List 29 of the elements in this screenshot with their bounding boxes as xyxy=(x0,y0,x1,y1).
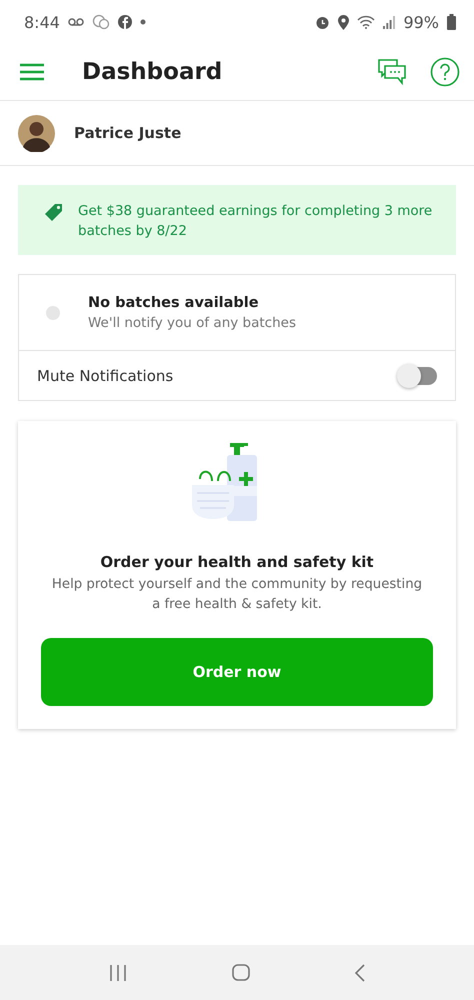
user-name: Patrice Juste xyxy=(74,124,182,142)
chat-icon xyxy=(92,14,110,30)
help-button[interactable] xyxy=(430,57,460,87)
location-icon xyxy=(338,14,350,30)
mute-label: Mute Notifications xyxy=(37,366,174,384)
battery-icon xyxy=(447,14,456,30)
tag-icon xyxy=(44,203,64,223)
kit-description: Help protect yourself and the community by requesting a free health & safety kit. xyxy=(50,576,424,614)
status-dot xyxy=(46,306,60,320)
voicemail-icon xyxy=(68,18,84,26)
kit-title: Order your health and safety kit xyxy=(100,553,374,571)
home-button[interactable] xyxy=(232,964,250,981)
page-title: Dashboard xyxy=(82,59,224,85)
facebook-icon xyxy=(118,15,132,29)
promo-text: Get $38 guaranteed earnings for completing 3 more batches by 8/22 xyxy=(78,202,434,241)
recent-apps-button[interactable] xyxy=(109,964,127,980)
batches-subtitle: We'll notify you of any batches xyxy=(88,314,296,330)
back-button[interactable] xyxy=(355,964,365,982)
avatar-icon xyxy=(18,114,55,152)
wifi-icon xyxy=(357,15,376,29)
signal-icon xyxy=(383,16,396,28)
dot-icon xyxy=(140,19,146,25)
messages-button[interactable] xyxy=(378,59,406,85)
battery-level: 99% xyxy=(403,12,439,32)
alarm-icon xyxy=(315,14,330,30)
menu-button[interactable] xyxy=(20,63,44,81)
batches-title: No batches available xyxy=(88,294,260,310)
clock: 8:44 xyxy=(24,12,60,32)
order-now-button[interactable]: Order now xyxy=(41,638,433,706)
